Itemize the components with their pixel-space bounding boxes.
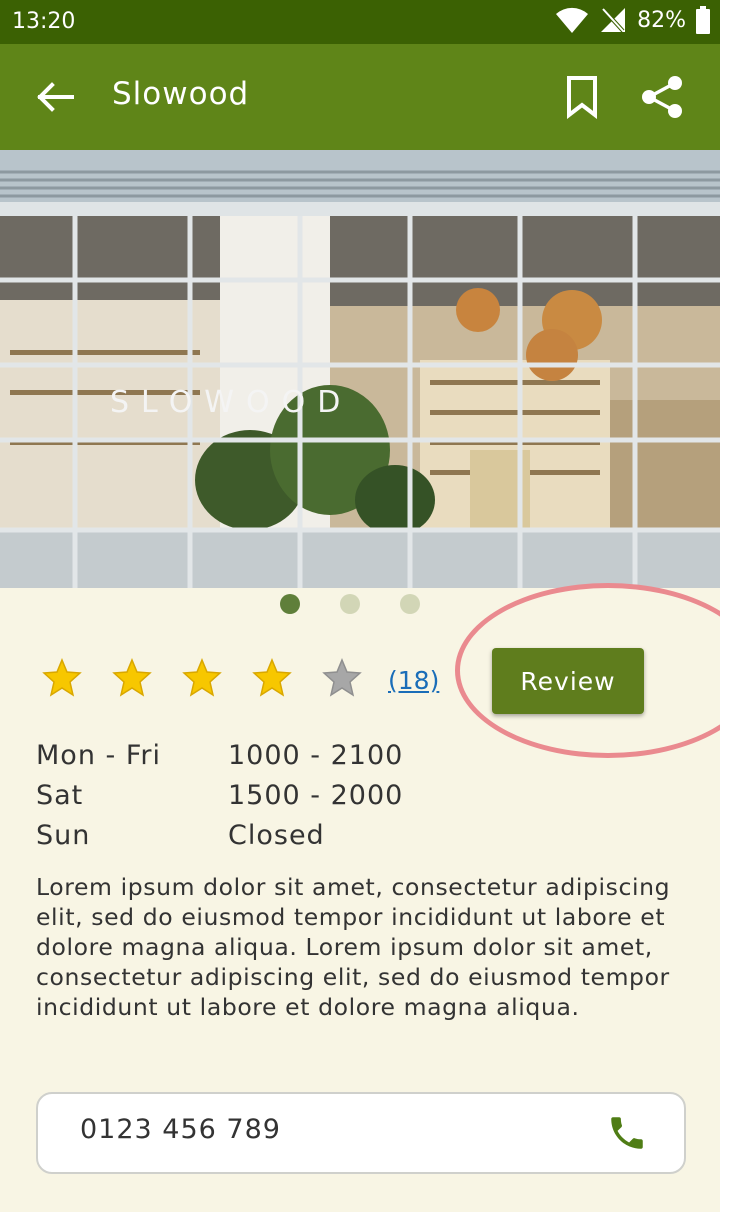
store-photo[interactable]: SLOWOOD	[0, 150, 720, 588]
star-empty-icon	[322, 658, 362, 697]
hours-time: Closed	[228, 820, 325, 851]
wifi-icon	[556, 7, 589, 33]
star-filled-icon	[252, 658, 292, 697]
highlight-circle	[455, 583, 720, 758]
carousel-dot-1[interactable]	[280, 594, 300, 614]
hours-day: Mon - Fri	[36, 740, 162, 771]
phone-field[interactable]: 0123 456 789	[36, 1092, 686, 1174]
hours-day: Sat	[36, 780, 84, 811]
carousel-indicator	[280, 594, 420, 614]
star-filled-icon	[182, 658, 222, 697]
phone-number: 0123 456 789	[80, 1114, 281, 1145]
status-bar: 13:20 82%	[0, 0, 720, 44]
review-count-link[interactable]: (18)	[388, 666, 439, 695]
star-filled-icon	[112, 658, 152, 697]
no-signal-icon	[601, 7, 626, 33]
app-screen: 13:20 82% Slowood SLOWOOD (18) Review Mo…	[0, 0, 720, 1212]
back-arrow-icon[interactable]	[34, 77, 74, 117]
star-rating	[42, 658, 362, 698]
status-time: 13:20	[12, 9, 76, 34]
battery-percent: 82%	[637, 7, 686, 33]
page-title: Slowood	[112, 76, 250, 112]
phone-icon[interactable]	[606, 1112, 648, 1154]
hours-time: 1500 - 2000	[228, 780, 404, 811]
star-filled-icon	[42, 658, 82, 697]
app-bar: Slowood	[0, 44, 720, 150]
carousel-dot-2[interactable]	[340, 594, 360, 614]
hours-time: 1000 - 2100	[228, 740, 404, 771]
carousel-dot-3[interactable]	[400, 594, 420, 614]
share-icon[interactable]	[640, 75, 684, 119]
battery-icon	[696, 6, 710, 34]
store-sign-text: SLOWOOD	[110, 385, 352, 420]
bookmark-icon[interactable]	[566, 75, 598, 119]
hours-day: Sun	[36, 820, 91, 851]
status-icons: 82%	[555, 6, 710, 34]
store-description: Lorem ipsum dolor sit amet, consectetur …	[36, 873, 671, 1021]
storefront-illustration: SLOWOOD	[0, 150, 720, 588]
